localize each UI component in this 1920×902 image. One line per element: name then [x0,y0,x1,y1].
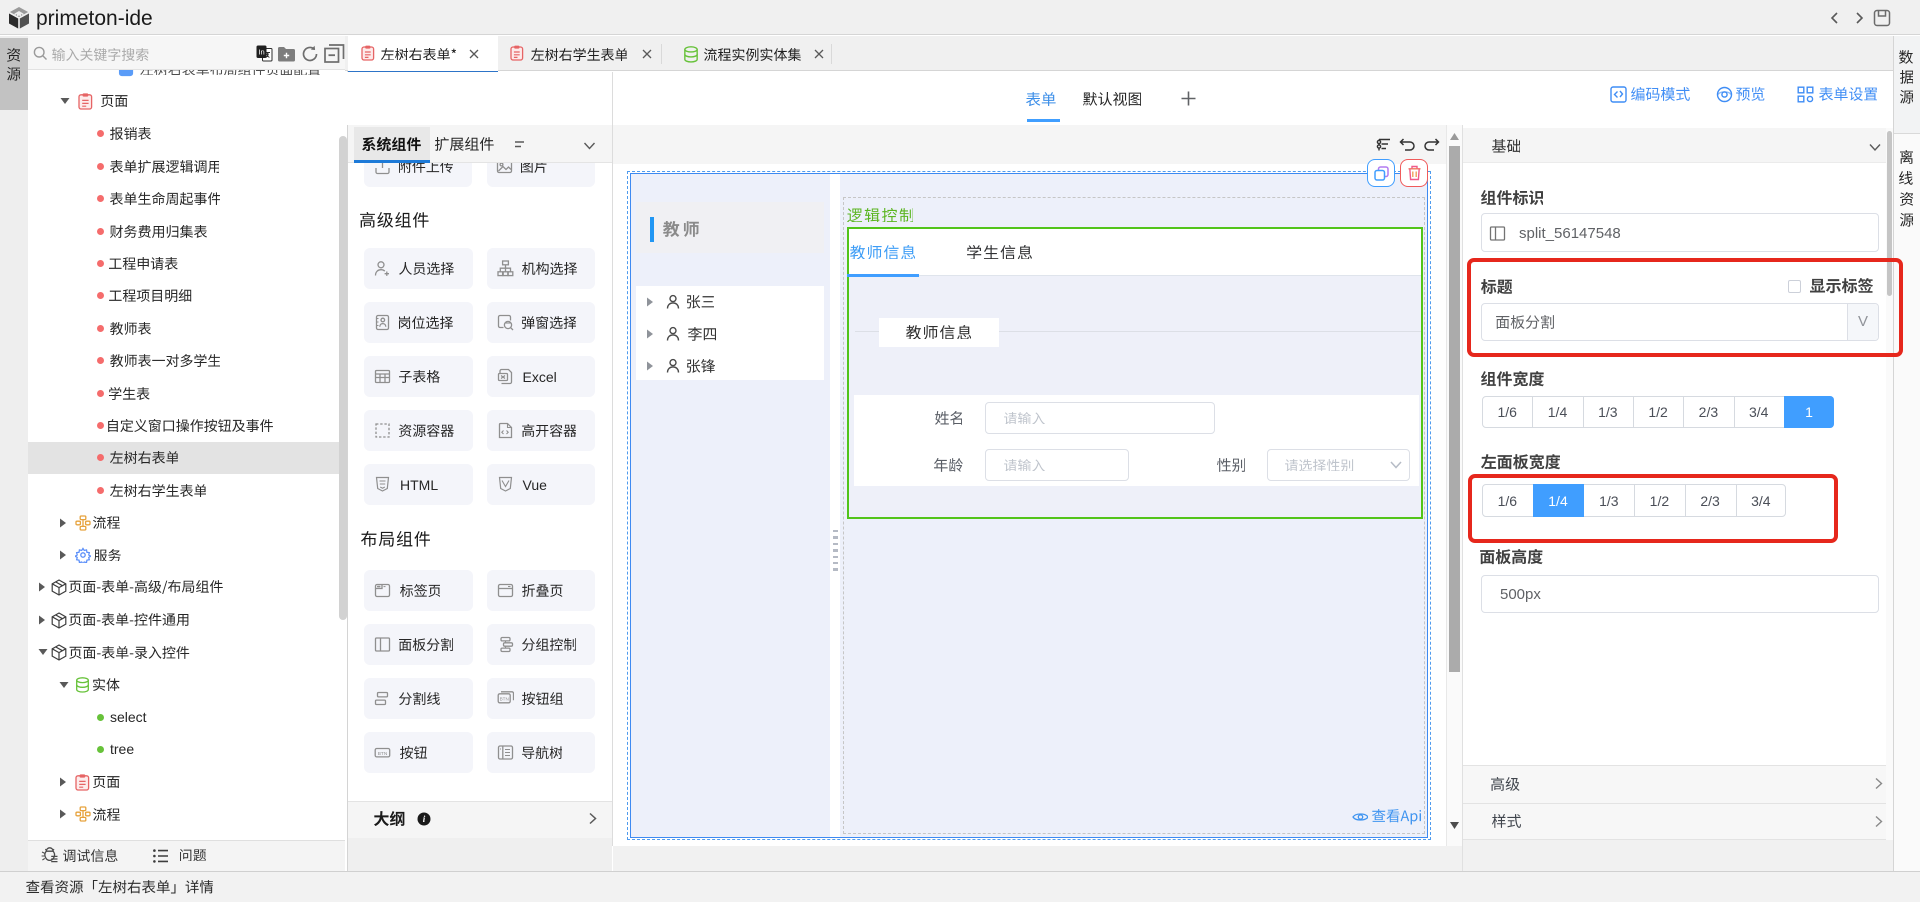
svg-text:In: In [258,48,264,57]
svg-text:BTN: BTN [378,751,388,757]
svg-text:BTN: BTN [499,696,508,701]
